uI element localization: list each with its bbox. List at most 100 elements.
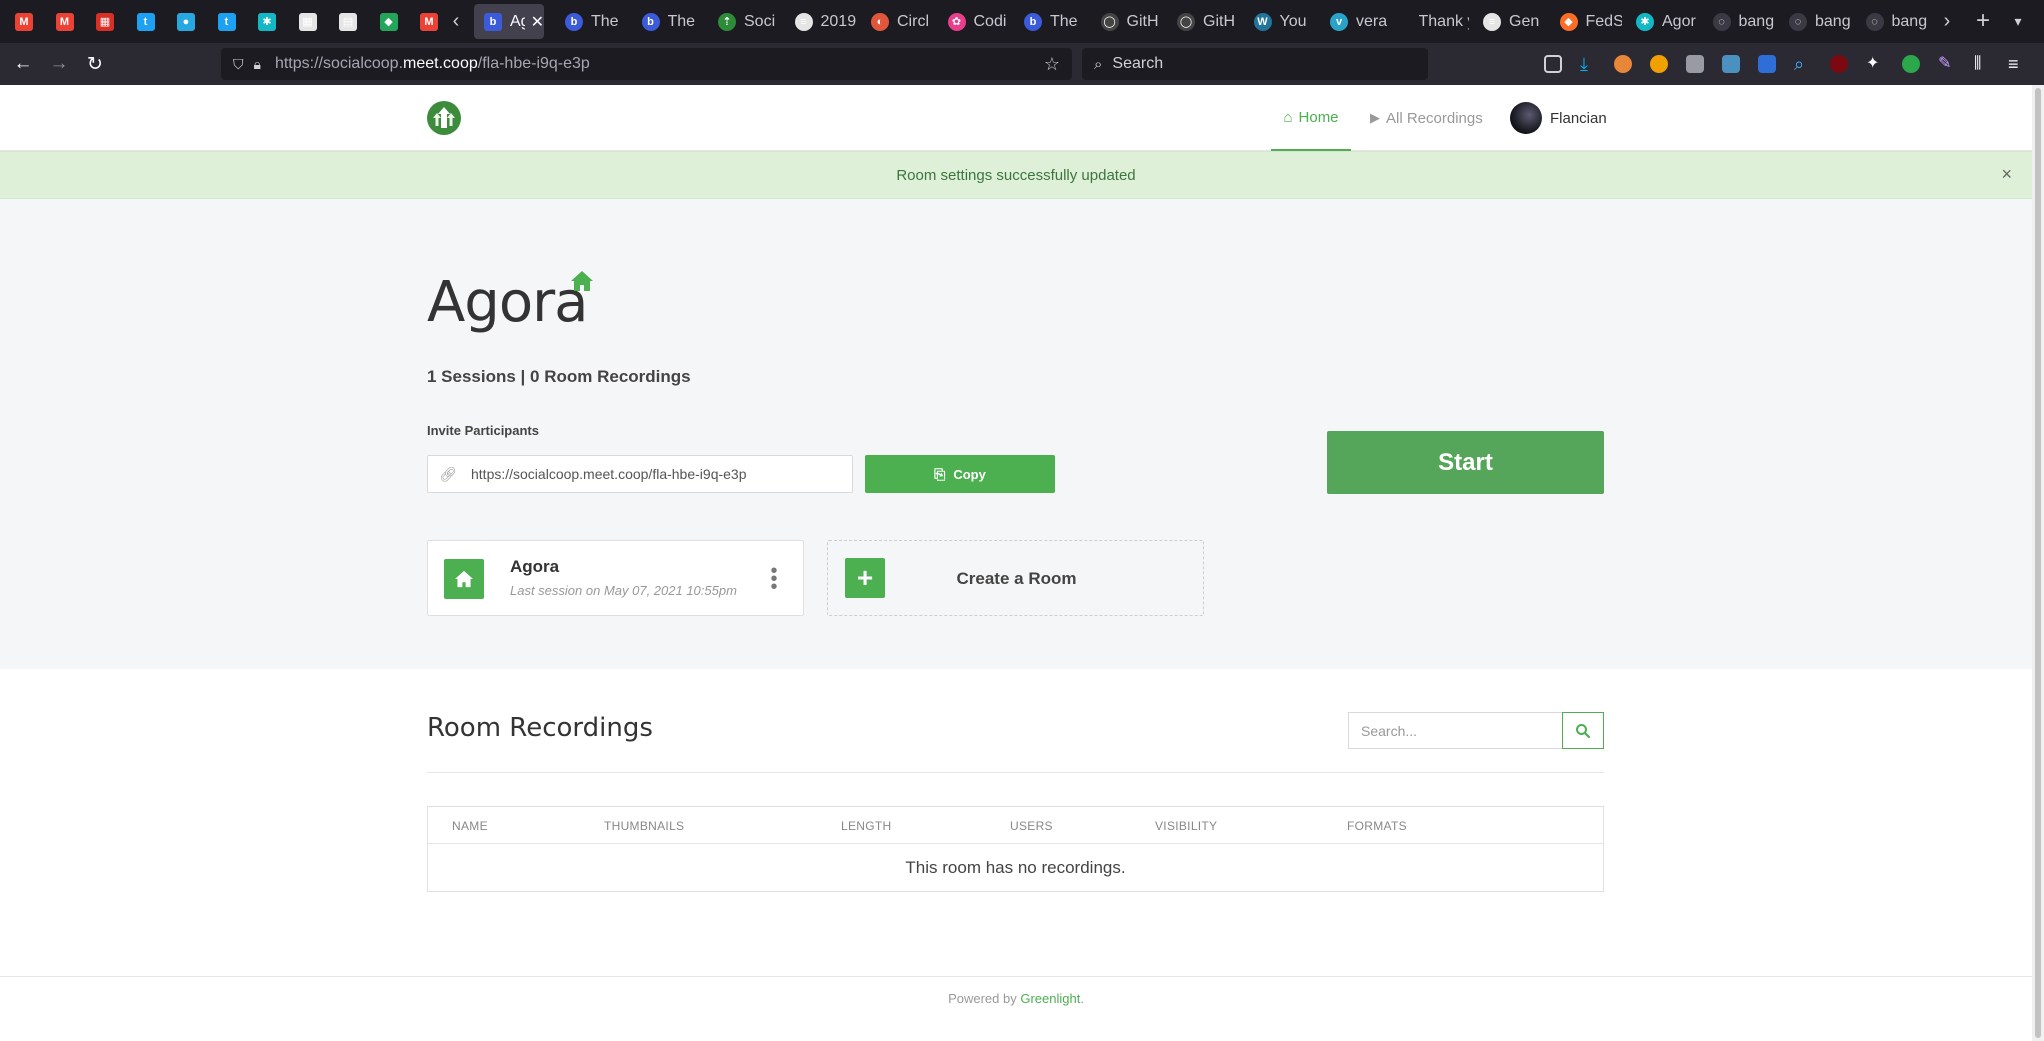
url-text[interactable]: https://socialcoop.meet.coop/fla-hbe-i9q… bbox=[275, 55, 590, 73]
browser-tab[interactable]: ≡ Gen bbox=[1473, 4, 1545, 39]
browser-tab[interactable]: ◆ FedS bbox=[1550, 4, 1622, 39]
extension-icon[interactable] bbox=[1758, 55, 1776, 73]
search-button[interactable] bbox=[1562, 712, 1604, 749]
forward-icon[interactable]: → bbox=[44, 49, 74, 79]
tabs-scroll-right-icon[interactable]: › bbox=[1934, 8, 1960, 34]
browser-tab[interactable]: b The bbox=[555, 4, 627, 39]
browser-nav-bar: ← → ↻ ⛉ 🔒︎ https://socialcoop.meet.coop/… bbox=[0, 43, 2044, 85]
socialcoop-icon: ⇡ bbox=[718, 12, 736, 31]
tab-label: The bbox=[591, 12, 619, 30]
browser-tab[interactable]: b The bbox=[1014, 4, 1086, 39]
calendar-icon: ▦ bbox=[96, 12, 114, 31]
site-header: ⌂ Home ▶ All Recordings Flancian bbox=[0, 85, 2032, 151]
menu-icon[interactable]: ≡ bbox=[2008, 55, 2026, 73]
signal-icon: ● bbox=[177, 12, 195, 31]
tab-active[interactable]: b Ag ✕ bbox=[474, 4, 544, 39]
reload-icon[interactable]: ↻ bbox=[80, 49, 110, 79]
logo-icon[interactable] bbox=[427, 101, 461, 135]
extension-icon[interactable] bbox=[1686, 55, 1704, 73]
bookmark-star-icon[interactable]: ☆ bbox=[1044, 54, 1060, 75]
close-icon[interactable]: × bbox=[2001, 164, 2012, 185]
recordings-title: Room Recordings bbox=[427, 713, 653, 743]
url-bar[interactable]: ⛉ 🔒︎ https://socialcoop.meet.coop/fla-hb… bbox=[221, 48, 1072, 80]
tab-label: Thank y bbox=[1418, 12, 1469, 30]
tab-label: bang bbox=[1891, 12, 1928, 30]
loading-icon: ◌ bbox=[1865, 12, 1884, 31]
pinned-tab[interactable]: ▦ bbox=[91, 4, 121, 39]
browser-tab[interactable]: b The bbox=[632, 4, 704, 39]
browser-tab[interactable]: ◌ bang bbox=[1856, 4, 1928, 39]
nav-all-recordings[interactable]: ▶ All Recordings bbox=[1370, 85, 1483, 151]
back-icon[interactable]: ← bbox=[8, 49, 38, 79]
room-card-name: Agora bbox=[510, 557, 560, 576]
invite-url-value[interactable]: https://socialcoop.meet.coop/fla-hbe-i9q… bbox=[471, 466, 747, 482]
tab-label: Agor bbox=[1662, 12, 1696, 30]
pinned-tab[interactable]: M bbox=[51, 4, 81, 39]
browser-tab[interactable]: ◌ bang bbox=[1703, 4, 1775, 39]
pinned-tab[interactable]: t bbox=[213, 4, 243, 39]
extension-icon[interactable] bbox=[1650, 55, 1668, 73]
greenlight-link[interactable]: Greenlight bbox=[1020, 991, 1080, 1006]
pinned-tab[interactable]: ✱ bbox=[253, 4, 283, 39]
extension-icon[interactable] bbox=[1614, 55, 1632, 73]
browser-tab[interactable]: ⇡ Soci bbox=[708, 4, 780, 39]
bigbluebutton-icon: b bbox=[1024, 12, 1042, 31]
extension-icon[interactable] bbox=[1722, 55, 1740, 73]
user-menu[interactable]: Flancian bbox=[1510, 85, 1607, 151]
shield-icon[interactable]: ⛉ bbox=[233, 56, 244, 73]
browser-tab[interactable]: ✿ Codi bbox=[938, 4, 1010, 39]
circle-icon: ◐ bbox=[871, 12, 889, 31]
empty-state: This room has no recordings. bbox=[905, 858, 1126, 877]
pinned-tab[interactable]: ◆ bbox=[375, 4, 405, 39]
pinned-tab[interactable]: M bbox=[415, 4, 445, 39]
extension-icon[interactable] bbox=[1902, 55, 1920, 73]
tab-close-icon[interactable]: ✕ bbox=[531, 12, 544, 32]
pinned-tab[interactable]: t bbox=[132, 4, 162, 39]
user-name: Flancian bbox=[1550, 109, 1607, 127]
nav-home-label: Home bbox=[1298, 108, 1339, 126]
new-tab-icon[interactable]: + bbox=[1970, 7, 1996, 34]
scrollbar-thumb[interactable] bbox=[2035, 88, 2041, 1038]
pocket-icon[interactable] bbox=[1544, 55, 1562, 73]
download-icon[interactable]: ⤓ bbox=[1580, 55, 1598, 73]
column-header-visibility: Visibility bbox=[1155, 819, 1218, 833]
library-icon[interactable]: ⫼ bbox=[1974, 55, 1992, 73]
pinned-tab[interactable]: ● bbox=[172, 4, 202, 39]
copy-button[interactable]: ⎘ Copy bbox=[865, 455, 1055, 493]
browser-tab[interactable]: v vera bbox=[1320, 4, 1392, 39]
create-room-card[interactable]: Create a Room + bbox=[827, 540, 1204, 616]
search-extension-icon[interactable]: ⌕ bbox=[1794, 55, 1812, 73]
pin-icon[interactable]: ✦ bbox=[1866, 55, 1884, 73]
browser-tab[interactable]: ◯ GitH bbox=[1167, 4, 1239, 39]
search-placeholder: Search bbox=[1112, 55, 1164, 72]
home-icon bbox=[444, 559, 484, 599]
recordings-search-input[interactable]: Search... bbox=[1348, 712, 1562, 749]
column-header-thumbnails: Thumbnails bbox=[604, 819, 685, 833]
browser-tab[interactable]: ◐ Circl bbox=[861, 4, 933, 39]
pinned-tab[interactable]: ▦ bbox=[294, 4, 324, 39]
pinned-tab[interactable]: M bbox=[10, 4, 40, 39]
pen-icon[interactable]: ✎ bbox=[1938, 55, 1956, 73]
browser-tab[interactable]: ◯ GitH bbox=[1091, 4, 1163, 39]
loading-icon: ◌ bbox=[1789, 12, 1807, 31]
start-button[interactable]: Start bbox=[1327, 431, 1604, 494]
plus-icon: + bbox=[845, 558, 885, 598]
column-header-name: Name bbox=[452, 819, 488, 833]
tabs-scroll-left-icon[interactable]: ‹ bbox=[443, 8, 469, 34]
nav-home[interactable]: ⌂ Home bbox=[1271, 85, 1351, 151]
nav-recordings-label: All Recordings bbox=[1386, 109, 1483, 127]
twitter-icon: t bbox=[136, 12, 155, 31]
browser-search-bar[interactable]: ⌕ Search bbox=[1082, 48, 1428, 80]
invite-url-field[interactable]: 🔗︎ https://socialcoop.meet.coop/fla-hbe-… bbox=[427, 455, 853, 493]
more-options-icon[interactable]: • • • bbox=[764, 561, 784, 597]
pinned-tab[interactable]: ▤ bbox=[334, 4, 364, 39]
lock-icon[interactable]: 🔒︎ bbox=[254, 56, 261, 73]
browser-tab[interactable]: Thank y bbox=[1397, 4, 1469, 39]
browser-tab[interactable]: W You bbox=[1244, 4, 1316, 39]
tab-list-icon[interactable]: ▾ bbox=[2005, 8, 2031, 34]
extension-icon[interactable] bbox=[1830, 55, 1848, 73]
browser-tab[interactable]: ≡ 2019 bbox=[785, 4, 857, 39]
browser-tab[interactable]: ◌ bang bbox=[1779, 4, 1851, 39]
room-card[interactable]: Agora Last session on May 07, 2021 10:55… bbox=[427, 540, 804, 616]
browser-tab[interactable]: ✱ Agor bbox=[1626, 4, 1698, 39]
